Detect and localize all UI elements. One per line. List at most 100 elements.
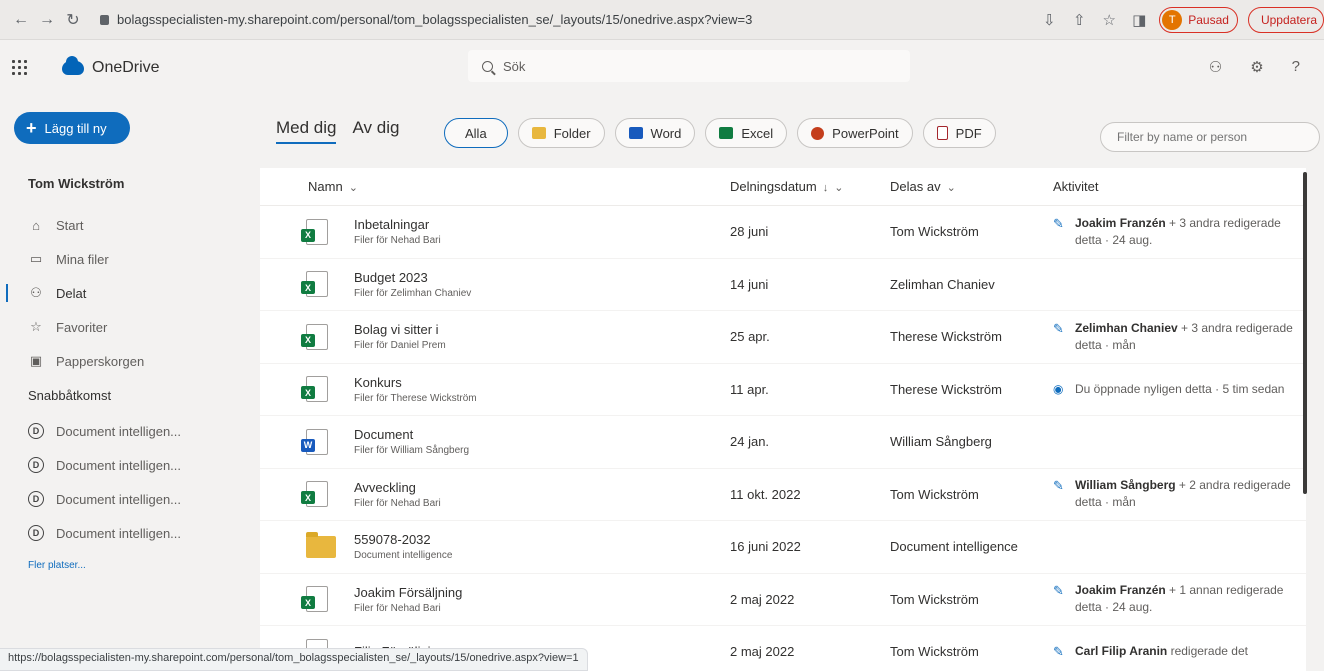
site-icon: D — [28, 525, 44, 541]
quick-access-item[interactable]: D Document intelligen... — [0, 448, 260, 482]
activity-person: Carl Filip Aranin — [1075, 644, 1168, 659]
filter-folder[interactable]: Folder — [517, 118, 605, 148]
file-name[interactable]: Bolag vi sitter i — [354, 322, 446, 337]
shared-by: Therese Wickström — [890, 381, 1002, 397]
app-brand[interactable]: OneDrive — [62, 56, 160, 77]
address-url: bolagsspecialisten-my.sharepoint.com/per… — [117, 12, 753, 27]
tab-shared-with-you[interactable]: Med dig — [276, 118, 337, 144]
sidebar-item-start[interactable]: ⌂ Start — [0, 208, 260, 242]
column-name[interactable]: Namn ⌄ — [260, 179, 730, 194]
back-arrow-icon[interactable]: ← — [8, 11, 34, 29]
install-icon[interactable]: ⇩ — [1039, 11, 1059, 29]
search-input[interactable]: Sök — [468, 50, 910, 82]
share-people-icon[interactable]: ⚇ — [1209, 58, 1222, 76]
file-name[interactable]: Joakim Försäljning — [354, 585, 462, 600]
file-name[interactable]: Avveckling — [354, 480, 441, 495]
pencil-icon: ✎ — [1053, 215, 1064, 231]
excel-file-icon: X — [301, 586, 328, 613]
folder-icon — [531, 127, 546, 139]
activity: ◉ Du öppnade nyligen detta · 5 tim sedan — [1053, 381, 1306, 398]
excel-file-icon: X — [301, 271, 328, 298]
filter-label: Excel — [741, 125, 774, 141]
table-row[interactable]: X Inbetalningar Filer för Nehad Bari 28 … — [260, 206, 1306, 259]
trash-icon: ▣ — [29, 353, 43, 368]
sidebar-item-label: Mina filer — [56, 251, 109, 267]
quick-access-item[interactable]: D Document intelligen... — [0, 482, 260, 516]
vertical-scrollbar[interactable] — [1303, 172, 1307, 494]
address-bar[interactable]: bolagsspecialisten-my.sharepoint.com/per… — [100, 5, 950, 35]
folder-icon: ▭ — [29, 251, 43, 266]
forward-arrow-icon[interactable]: → — [34, 11, 60, 29]
shared-by: Tom Wickström — [890, 486, 979, 502]
profile-button[interactable]: T Pausad — [1159, 7, 1238, 33]
app-header: OneDrive Sök ⚇ ⚙ ? — [0, 40, 1324, 96]
excel-icon — [719, 127, 734, 139]
sidebar-item-favorites[interactable]: ☆ Favoriter — [0, 310, 260, 344]
add-new-button[interactable]: + Lägg till ny — [14, 112, 130, 144]
lock-icon — [100, 14, 109, 25]
sidebar-item-label: Delat — [56, 285, 87, 301]
shared-date: 11 okt. 2022 — [730, 486, 801, 502]
table-row[interactable]: X Joakim Försäljning Filer för Nehad Bar… — [260, 574, 1306, 626]
filter-all[interactable]: Alla — [444, 118, 508, 148]
table-row[interactable]: X Budget 2023 Filer för Zelimhan Chaniev… — [260, 259, 1306, 311]
table-row[interactable]: X Konkurs Filer för Therese Wickström 11… — [260, 364, 1306, 416]
file-name[interactable]: Konkurs — [354, 375, 477, 390]
file-name[interactable]: Document — [354, 427, 469, 442]
filter-by-name-input[interactable] — [1100, 122, 1320, 152]
file-name[interactable]: 559078-2032 — [354, 532, 452, 547]
gear-icon[interactable]: ⚙ — [1250, 58, 1263, 76]
sort-down-icon: ↓ — [822, 182, 829, 194]
sidebar-nav: ⌂ Start ▭ Mina filer ⚇ Delat ☆ Favoriter… — [0, 208, 260, 378]
filter-excel[interactable]: Excel — [705, 118, 788, 148]
quick-access-item[interactable]: D Document intelligen... — [0, 516, 260, 550]
home-icon: ⌂ — [32, 217, 40, 233]
site-icon: D — [28, 491, 44, 507]
update-button[interactable]: Uppdatera — [1247, 7, 1324, 33]
quick-access-label: Document intelligen... — [56, 525, 182, 541]
quick-access-item[interactable]: D Document intelligen... — [0, 414, 260, 448]
update-label: Uppdatera — [1260, 13, 1317, 27]
file-name[interactable]: Budget 2023 — [354, 270, 471, 285]
file-name[interactable]: Inbetalningar — [354, 217, 441, 232]
eye-icon: ◉ — [1053, 381, 1064, 396]
shared-files-table: Namn ⌄ Delningsdatum ↓ ⌄ Delas av ⌄ Aktivite… — [260, 168, 1306, 671]
shared-date: 2 maj 2022 — [730, 644, 795, 660]
sidebar-item-recycle-bin[interactable]: ▣ Papperskorgen — [0, 344, 260, 378]
column-shared-date[interactable]: Delningsdatum ↓ ⌄ — [730, 179, 890, 194]
shared-by: Tom Wickström — [890, 224, 979, 240]
type-filters: Alla Folder Word Excel PowerPoint PDF — [444, 118, 996, 148]
excel-file-icon: X — [301, 481, 328, 508]
side-panel-icon[interactable]: ◨ — [1129, 11, 1149, 29]
reload-icon[interactable]: ↻ — [60, 10, 86, 30]
quick-access-label: Document intelligen... — [56, 423, 182, 439]
activity: ✎ Joakim Franzén + 3 andra redigerade de… — [1053, 215, 1306, 249]
user-name: Tom Wickström — [28, 176, 125, 191]
file-location: Filer för Zelimhan Chaniev — [354, 287, 472, 299]
table-row[interactable]: 559078-2032 Document intelligence 16 jun… — [260, 521, 1306, 574]
filter-pdf[interactable]: PDF — [922, 118, 996, 148]
table-row[interactable]: W Document Filer för William Sångberg 24… — [260, 416, 1306, 469]
column-activity: Aktivitet — [1053, 179, 1306, 194]
activity-person: Joakim Franzén — [1075, 583, 1166, 598]
sidebar-item-my-files[interactable]: ▭ Mina filer — [0, 242, 260, 276]
share-icon[interactable]: ⇧ — [1069, 11, 1089, 29]
quick-access-label: Document intelligen... — [56, 457, 182, 473]
site-icon: D — [28, 457, 44, 473]
app-launcher-icon[interactable] — [12, 60, 28, 76]
table-row[interactable]: X Bolag vi sitter i Filer för Daniel Pre… — [260, 311, 1306, 364]
main-content: Med dig Av dig Alla Folder Word Excel Po… — [260, 96, 1324, 671]
filter-powerpoint[interactable]: PowerPoint — [797, 118, 913, 148]
tab-shared-by-you[interactable]: Av dig — [352, 118, 399, 144]
help-icon[interactable]: ? — [1292, 58, 1300, 76]
bookmark-star-icon[interactable]: ☆ — [1099, 11, 1119, 29]
pdf-icon — [936, 126, 948, 140]
shared-by: William Sångberg — [890, 434, 992, 450]
sidebar-item-shared[interactable]: ⚇ Delat — [0, 276, 260, 310]
filter-word[interactable]: Word — [614, 118, 696, 148]
table-row[interactable]: X Avveckling Filer för Nehad Bari 11 okt… — [260, 469, 1306, 521]
column-shared-by[interactable]: Delas av ⌄ — [890, 179, 1053, 194]
pencil-icon: ✎ — [1053, 644, 1064, 660]
shared-by: Zelimhan Chaniev — [890, 276, 995, 292]
more-places-link[interactable]: Fler platser... — [28, 560, 86, 571]
